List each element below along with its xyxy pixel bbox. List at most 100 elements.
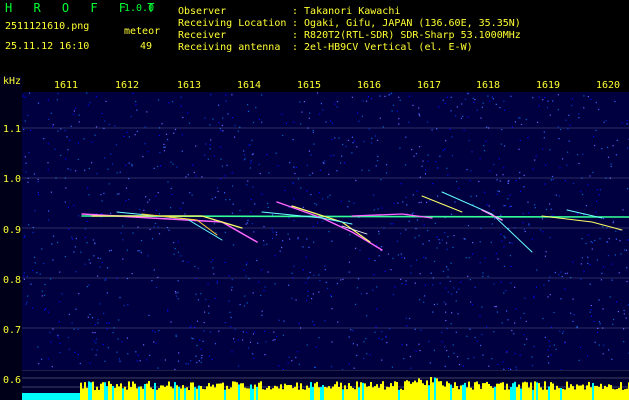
noise-speck (73, 113, 75, 115)
noise-speck (464, 238, 466, 240)
noise-speck (501, 129, 503, 131)
noise-speck (467, 225, 470, 227)
noise-speck (528, 212, 530, 214)
level-bar (462, 384, 464, 400)
noise-speck (210, 94, 212, 96)
level-bar (622, 389, 624, 400)
noise-speck (528, 223, 530, 225)
noise-speck (342, 278, 344, 280)
noise-speck (70, 125, 72, 127)
noise-speck (203, 322, 205, 324)
level-bar (204, 389, 206, 400)
level-bar (152, 389, 154, 400)
level-bar (298, 389, 300, 400)
noise-speck (324, 160, 326, 162)
time-tick: 1620 (595, 80, 621, 91)
noise-speck (37, 191, 39, 193)
noise-speck (37, 181, 39, 183)
noise-speck (264, 330, 266, 332)
noise-speck (544, 96, 546, 99)
noise-speck (413, 155, 415, 157)
noise-speck (83, 138, 85, 140)
noise-speck (242, 331, 244, 333)
noise-speck (472, 203, 474, 205)
noise-speck (165, 133, 168, 135)
level-bar (256, 386, 258, 400)
noise-speck (214, 196, 217, 198)
level-bar (384, 389, 386, 400)
noise-speck (128, 136, 130, 138)
noise-speck (118, 193, 120, 195)
level-bar (548, 386, 550, 400)
noise-speck (469, 328, 471, 330)
noise-speck (607, 146, 609, 149)
noise-speck (495, 103, 497, 105)
noise-speck (555, 194, 557, 196)
noise-speck (211, 358, 213, 360)
noise-speck (430, 272, 432, 274)
level-bar (406, 380, 408, 400)
noise-speck (362, 100, 364, 102)
level-bar (530, 382, 532, 400)
noise-speck (378, 233, 380, 235)
noise-speck (598, 194, 600, 196)
noise-speck (28, 152, 30, 154)
noise-speck (126, 337, 128, 339)
noise-speck (533, 295, 535, 297)
noise-speck (87, 316, 89, 318)
noise-speck (130, 115, 132, 118)
noise-speck (171, 101, 174, 103)
noise-speck (119, 171, 121, 173)
noise-speck (195, 355, 197, 357)
noise-speck (519, 354, 521, 356)
noise-speck (578, 359, 580, 361)
noise-speck (550, 208, 552, 210)
noise-speck (57, 92, 59, 95)
noise-speck (409, 317, 411, 320)
noise-speck (627, 188, 629, 190)
noise-speck (333, 154, 335, 156)
level-bar (222, 382, 224, 400)
noise-speck (353, 140, 355, 142)
noise-speck (300, 123, 302, 125)
noise-speck (405, 283, 407, 285)
level-bar (286, 385, 288, 400)
noise-speck (310, 154, 312, 156)
noise-speck (200, 348, 202, 350)
level-bar (478, 384, 480, 400)
noise-speck (393, 203, 395, 205)
noise-speck (77, 354, 79, 356)
noise-speck (334, 137, 336, 139)
noise-speck (462, 365, 464, 367)
noise-speck (444, 103, 446, 105)
noise-speck (261, 314, 263, 316)
noise-speck (26, 301, 28, 303)
noise-speck (400, 183, 402, 185)
noise-speck (351, 136, 353, 138)
noise-speck (616, 139, 618, 141)
noise-speck (187, 261, 189, 263)
noise-speck (375, 165, 377, 167)
noise-speck (378, 230, 380, 233)
noise-speck (549, 149, 551, 151)
noise-speck (447, 291, 449, 293)
level-bar (208, 383, 210, 400)
noise-speck (194, 265, 196, 268)
noise-speck (115, 144, 118, 146)
noise-speck (231, 172, 233, 174)
noise-speck (187, 363, 189, 365)
noise-speck (297, 238, 299, 240)
level-bar (620, 382, 622, 400)
level-bar (624, 389, 626, 400)
level-bar (80, 382, 82, 400)
noise-speck (198, 360, 200, 362)
noise-speck (599, 323, 601, 325)
noise-speck (159, 151, 161, 154)
noise-speck (617, 311, 619, 313)
noise-speck (136, 130, 138, 132)
noise-speck (263, 226, 265, 228)
noise-speck (39, 273, 41, 275)
noise-speck (624, 249, 626, 251)
noise-speck (580, 263, 582, 265)
noise-speck (619, 240, 621, 242)
